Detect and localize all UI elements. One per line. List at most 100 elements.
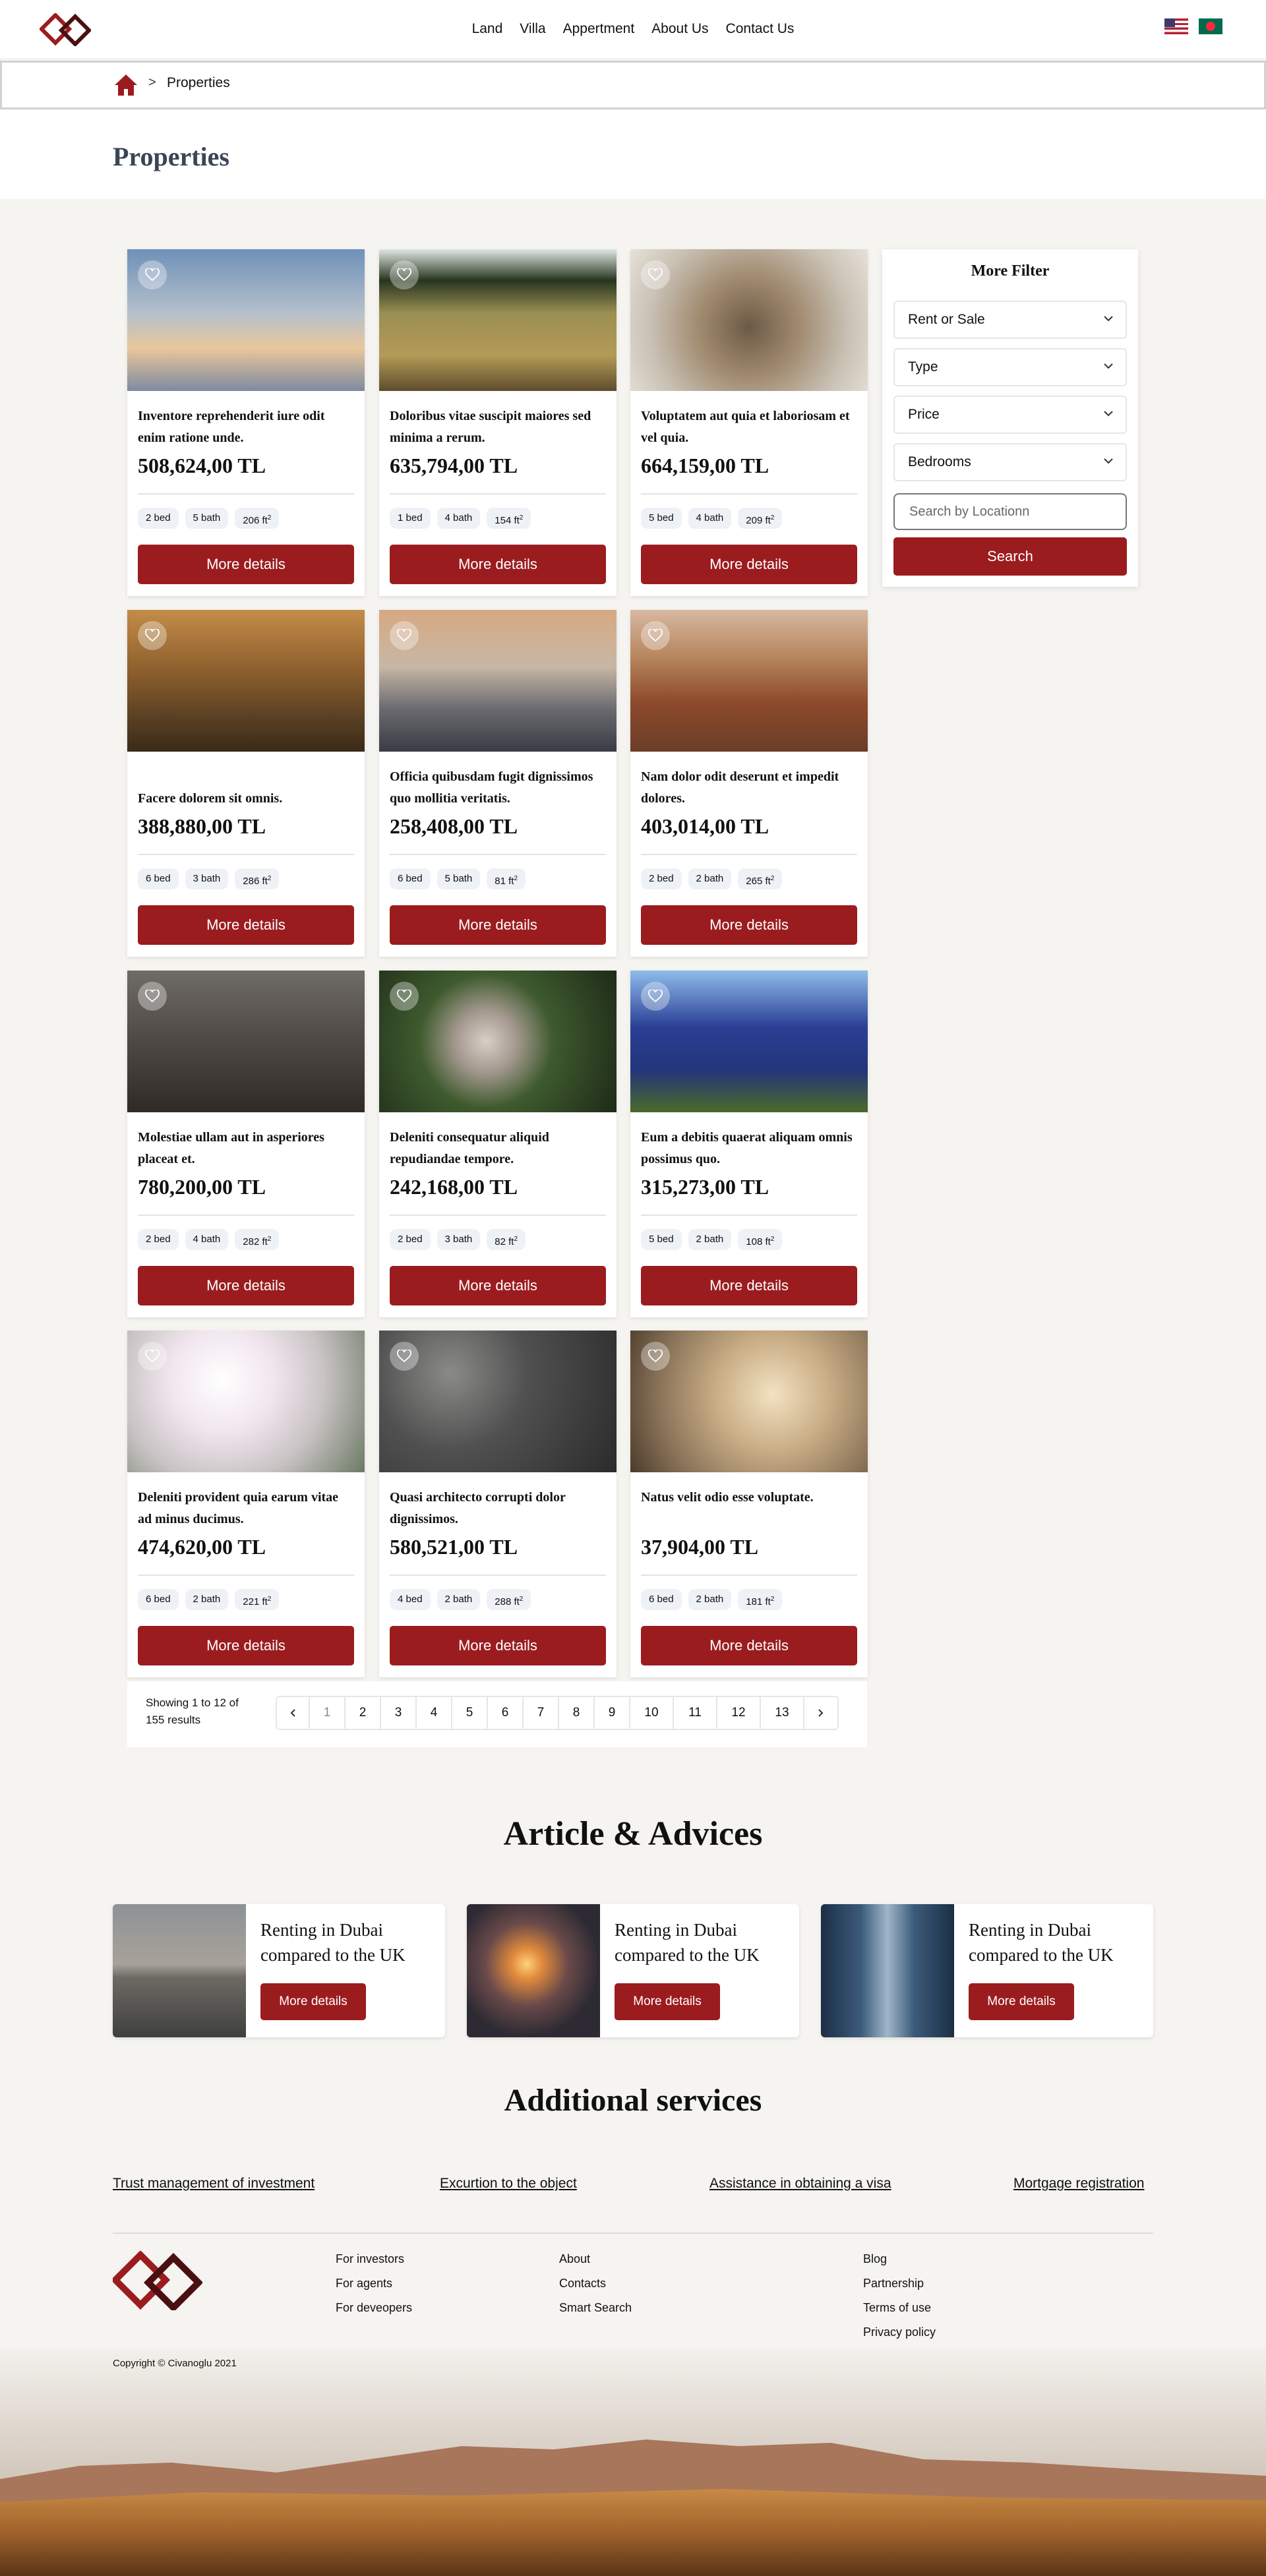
pagination-page-9[interactable]: 9 (595, 1697, 630, 1729)
price-select[interactable]: Price (893, 396, 1127, 434)
property-title[interactable]: Deleniti consequatur aliquid repudiandae… (390, 1127, 607, 1170)
property-card[interactable]: Nam dolor odit deserunt et impedit dolor… (630, 610, 868, 957)
pagination-page-4[interactable]: 4 (417, 1697, 452, 1729)
more-details-button[interactable]: More details (641, 905, 857, 945)
service-trust-management-link[interactable]: Trust management of investment (113, 2176, 315, 2192)
favorite-button[interactable] (641, 982, 670, 1011)
favorite-button[interactable] (641, 260, 670, 289)
article-card[interactable]: Renting in Dubai compared to the UK More… (467, 1904, 799, 2037)
more-details-button[interactable]: More details (390, 1266, 606, 1305)
property-title[interactable]: Nam dolor odit deserunt et impedit dolor… (641, 766, 859, 810)
more-details-button[interactable]: More details (138, 905, 354, 945)
property-card[interactable]: Voluptatem aut quia et laboriosam et vel… (630, 249, 868, 596)
bangladesh-flag-icon[interactable] (1199, 18, 1222, 34)
article-card[interactable]: Renting in Dubai compared to the UK More… (113, 1904, 445, 2037)
more-details-button[interactable]: More details (641, 545, 857, 584)
pagination-page-10[interactable]: 10 (630, 1697, 674, 1729)
bedrooms-select[interactable]: Bedrooms (893, 443, 1127, 481)
favorite-button[interactable] (390, 982, 419, 1011)
property-title[interactable]: Facere dolorem sit omnis. (138, 788, 355, 810)
nav-appertment[interactable]: Appertment (563, 21, 635, 37)
property-card[interactable]: Quasi architecto corrupti dolor dignissi… (379, 1331, 617, 1677)
location-search-input[interactable]: Search by Locationn (893, 493, 1127, 530)
article-more-details-button[interactable]: More details (969, 1983, 1074, 2020)
article-title[interactable]: Renting in Dubai compared to the UK (969, 1917, 1147, 1967)
home-icon[interactable] (114, 74, 138, 96)
favorite-button[interactable] (390, 621, 419, 650)
favorite-button[interactable] (138, 621, 167, 650)
property-card[interactable]: Facere dolorem sit omnis. 388,880,00 TL … (127, 610, 365, 957)
article-title[interactable]: Renting in Dubai compared to the UK (260, 1917, 438, 1967)
property-card[interactable]: Natus velit odio esse voluptate. 37,904,… (630, 1331, 868, 1677)
more-details-button[interactable]: More details (138, 1266, 354, 1305)
footer-terms-link[interactable]: Terms of use (863, 2301, 931, 2315)
pagination-page-12[interactable]: 12 (717, 1697, 761, 1729)
more-details-button[interactable]: More details (138, 545, 354, 584)
article-image[interactable] (113, 1904, 246, 2037)
more-details-button[interactable]: More details (390, 1626, 606, 1665)
property-title[interactable]: Voluptatem aut quia et laboriosam et vel… (641, 405, 859, 449)
nav-villa[interactable]: Villa (520, 21, 545, 37)
more-details-button[interactable]: More details (390, 545, 606, 584)
more-details-button[interactable]: More details (138, 1626, 354, 1665)
property-card[interactable]: Deleniti provident quia earum vitae ad m… (127, 1331, 365, 1677)
footer-partnership-link[interactable]: Partnership (863, 2277, 924, 2291)
pagination-prev-button[interactable] (277, 1697, 310, 1729)
favorite-button[interactable] (390, 1342, 419, 1371)
footer-blog-link[interactable]: Blog (863, 2252, 887, 2266)
property-title[interactable]: Deleniti provident quia earum vitae ad m… (138, 1487, 355, 1530)
footer-about-link[interactable]: About (559, 2252, 590, 2266)
property-title[interactable]: Doloribus vitae suscipit maiores sed min… (390, 405, 607, 449)
rent-or-sale-select[interactable]: Rent or Sale (893, 301, 1127, 339)
favorite-button[interactable] (138, 260, 167, 289)
property-card[interactable]: Deleniti consequatur aliquid repudiandae… (379, 971, 617, 1317)
more-details-button[interactable]: More details (641, 1626, 857, 1665)
footer-privacy-link[interactable]: Privacy policy (863, 2325, 936, 2339)
property-card[interactable]: Eum a debitis quaerat aliquam omnis poss… (630, 971, 868, 1317)
pagination-page-11[interactable]: 11 (674, 1697, 717, 1729)
property-card[interactable]: Inventore reprehenderit iure odit enim r… (127, 249, 365, 596)
service-visa-link[interactable]: Assistance in obtaining a visa (709, 2176, 891, 2192)
pagination-page-8[interactable]: 8 (559, 1697, 595, 1729)
article-card[interactable]: Renting in Dubai compared to the UK More… (821, 1904, 1153, 2037)
pagination-page-5[interactable]: 5 (452, 1697, 488, 1729)
property-card[interactable]: Doloribus vitae suscipit maiores sed min… (379, 249, 617, 596)
property-title[interactable]: Quasi architecto corrupti dolor dignissi… (390, 1487, 607, 1530)
footer-smart-search-link[interactable]: Smart Search (559, 2301, 632, 2315)
pagination-next-button[interactable] (804, 1697, 837, 1729)
footer-for-developers-link[interactable]: For deveopers (336, 2301, 412, 2315)
us-flag-icon[interactable] (1164, 18, 1188, 34)
nav-land[interactable]: Land (472, 21, 503, 37)
article-image[interactable] (467, 1904, 600, 2037)
pagination-page-6[interactable]: 6 (488, 1697, 524, 1729)
favorite-button[interactable] (390, 260, 419, 289)
pagination-page-3[interactable]: 3 (381, 1697, 417, 1729)
article-more-details-button[interactable]: More details (260, 1983, 366, 2020)
property-title[interactable]: Molestiae ullam aut in asperiores placea… (138, 1127, 355, 1170)
property-title[interactable]: Officia quibusdam fugit dignissimos quo … (390, 766, 607, 810)
nav-about-us[interactable]: About Us (651, 21, 708, 37)
footer-for-investors-link[interactable]: For investors (336, 2252, 404, 2266)
footer-logo-icon[interactable] (113, 2251, 202, 2310)
property-title[interactable]: Eum a debitis quaerat aliquam omnis poss… (641, 1127, 859, 1170)
favorite-button[interactable] (138, 982, 167, 1011)
pagination-page-13[interactable]: 13 (761, 1697, 804, 1729)
footer-for-agents-link[interactable]: For agents (336, 2277, 392, 2291)
footer-contacts-link[interactable]: Contacts (559, 2277, 606, 2291)
service-excursion-link[interactable]: Excurtion to the object (440, 2176, 577, 2192)
article-image[interactable] (821, 1904, 954, 2037)
property-card[interactable]: Molestiae ullam aut in asperiores placea… (127, 971, 365, 1317)
pagination-page-2[interactable]: 2 (346, 1697, 381, 1729)
nav-contact-us[interactable]: Contact Us (726, 21, 795, 37)
search-button[interactable]: Search (893, 537, 1127, 576)
more-details-button[interactable]: More details (641, 1266, 857, 1305)
property-card[interactable]: Officia quibusdam fugit dignissimos quo … (379, 610, 617, 957)
pagination-page-1[interactable]: 1 (310, 1697, 346, 1729)
property-title[interactable]: Natus velit odio esse voluptate. (641, 1487, 859, 1509)
favorite-button[interactable] (641, 621, 670, 650)
favorite-button[interactable] (641, 1342, 670, 1371)
favorite-button[interactable] (138, 1342, 167, 1371)
article-title[interactable]: Renting in Dubai compared to the UK (615, 1917, 793, 1967)
type-select[interactable]: Type (893, 348, 1127, 386)
pagination-page-7[interactable]: 7 (524, 1697, 559, 1729)
